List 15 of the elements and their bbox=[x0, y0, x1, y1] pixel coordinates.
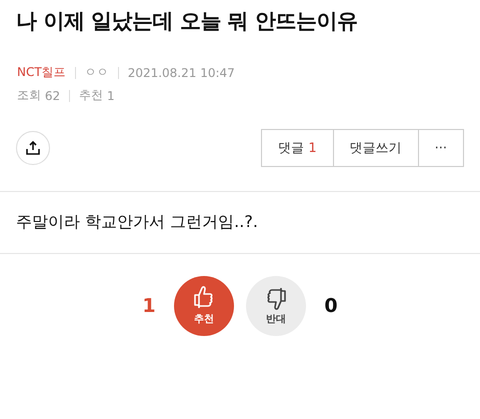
vote-count: 0 bbox=[323, 295, 339, 317]
share-button[interactable] bbox=[16, 131, 50, 165]
views-count: 62 bbox=[44, 88, 60, 102]
upvote-button[interactable]: 추천 bbox=[174, 276, 234, 336]
vote-count: 1 bbox=[141, 295, 157, 317]
downvote-button[interactable]: 반대 bbox=[246, 276, 306, 336]
author-tag: ㅇㅇ bbox=[84, 64, 109, 81]
likes-count: 1 bbox=[106, 88, 115, 102]
post-date: 2021.08.21 10:47 bbox=[128, 66, 235, 80]
author-name[interactable]: NCT칠프 bbox=[17, 64, 66, 81]
share-icon bbox=[25, 140, 41, 156]
post-title: 나 이제 일났는데 오늘 뭐 안뜨는이유 bbox=[15, 8, 359, 35]
views-label: 조회 bbox=[17, 87, 41, 104]
post-body: 주말이라 학교안가서 그런거임..?. bbox=[15, 211, 259, 233]
likes-label: 추천 bbox=[79, 87, 104, 104]
